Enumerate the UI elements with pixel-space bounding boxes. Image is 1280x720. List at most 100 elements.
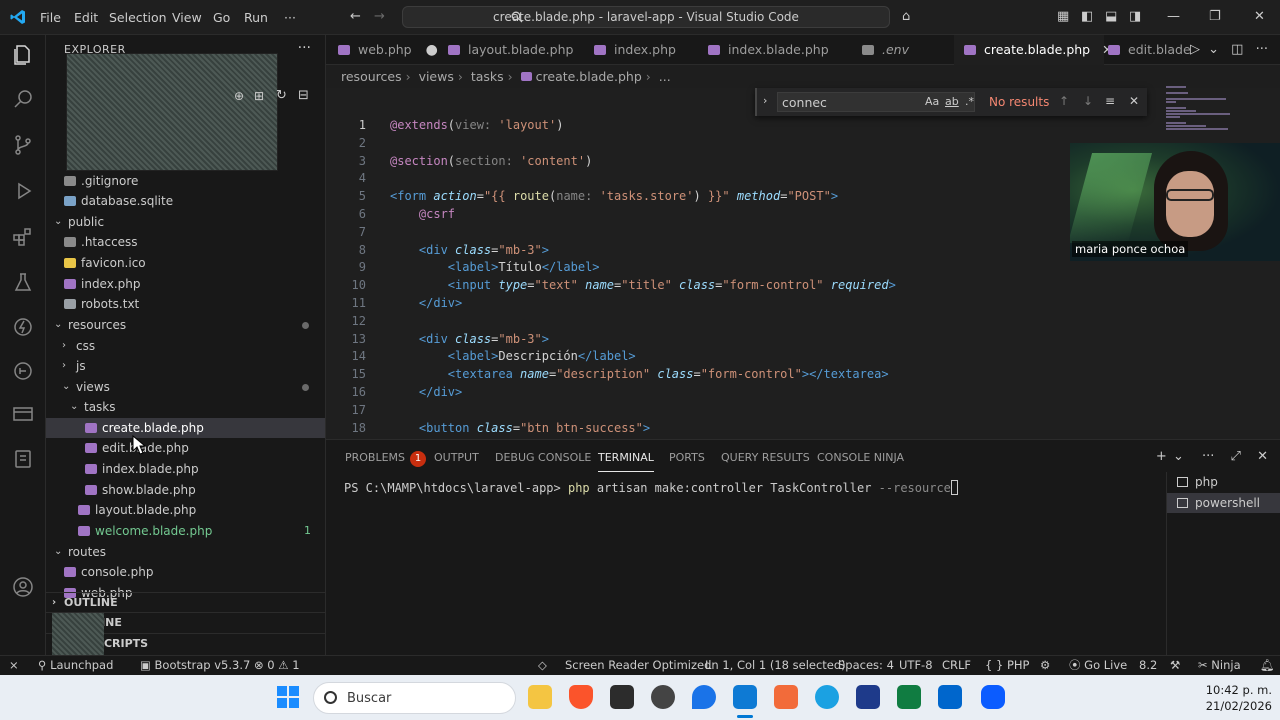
panel-tab-ports[interactable]: PORTS (669, 451, 705, 464)
maps-pin-icon[interactable] (692, 685, 716, 709)
tree-file[interactable]: .htaccess (46, 232, 325, 252)
notes-app-icon[interactable] (938, 685, 962, 709)
code-line[interactable]: 4 (326, 170, 1166, 188)
menu-more[interactable]: ··· (284, 10, 296, 25)
match-case-toggle[interactable]: Aa (925, 95, 939, 108)
windows-start-icon[interactable] (277, 686, 299, 708)
git-graph-icon[interactable] (11, 359, 35, 383)
testing-flask-icon[interactable] (11, 271, 35, 295)
tree-file[interactable]: index.blade.php (46, 459, 325, 479)
regex-toggle[interactable]: .* (965, 95, 974, 108)
taskbar-clock[interactable]: 10:42 p. m. 21/02/2026 (1206, 682, 1272, 714)
split-editor-icon[interactable]: ◫ (1231, 42, 1243, 57)
code-line[interactable]: 13 <div class="mb-3"> (326, 331, 1166, 349)
whole-word-toggle[interactable]: ab (945, 95, 959, 108)
toggle-secondary-sidebar-icon[interactable]: ◨ (1129, 9, 1141, 24)
explorer-icon[interactable] (11, 43, 35, 67)
brave-browser-icon[interactable] (569, 685, 593, 709)
bootstrap-item[interactable]: ▣ Bootstrap v5.3.7 (140, 656, 250, 675)
code-line[interactable]: 9 <label>Título</label> (326, 259, 1166, 277)
code-line[interactable]: 16 </div> (326, 384, 1166, 402)
cursor-position[interactable]: Ln 1, Col 1 (18 selected) (705, 656, 846, 675)
remote-explorer-icon[interactable] (11, 403, 35, 427)
screen-reader-status[interactable]: Screen Reader Optimized (565, 656, 711, 675)
database-icon[interactable] (11, 447, 35, 471)
back-arrow-icon[interactable]: ← (350, 9, 361, 24)
breadcrumb-item[interactable]: ... (659, 69, 671, 84)
layout-customize-icon[interactable]: ▦ (1057, 9, 1069, 24)
chevron-down-icon[interactable]: ⌄ (1208, 42, 1219, 57)
code-line[interactable]: 17 (326, 402, 1166, 420)
tab-edit-blade[interactable]: edit.blade (1098, 35, 1191, 65)
code-line[interactable]: 11 </div> (326, 295, 1166, 313)
tab-layout-blade[interactable]: layout.blade.php (438, 35, 573, 65)
maximize-panel-icon[interactable]: ⤢ (1231, 449, 1241, 464)
tab-index-php[interactable]: index.php (584, 35, 676, 65)
terminal-app-icon[interactable] (610, 685, 634, 709)
github-icon[interactable] (651, 685, 675, 709)
next-match-icon[interactable]: ↓ (1083, 94, 1093, 108)
tree-file[interactable]: layout.blade.php (46, 500, 325, 520)
section-outline[interactable]: › OUTLINE (46, 592, 325, 612)
find-in-selection-icon[interactable]: ≡ (1105, 94, 1115, 108)
panel-tab-terminal[interactable]: TERMINAL (598, 451, 654, 472)
tree-folder[interactable]: ⌄ tasks (46, 397, 325, 417)
toggle-sidebar-icon[interactable]: ◧ (1081, 9, 1093, 24)
console-ninja-icon[interactable] (11, 315, 35, 339)
tree-folder[interactable]: ⌄ public (46, 212, 325, 232)
code-line[interactable]: 6 @csrf (326, 206, 1166, 224)
breadcrumb-item[interactable]: views (419, 69, 454, 84)
tree-folder[interactable]: ⌄ resources (46, 315, 325, 335)
forward-arrow-icon[interactable]: → (374, 9, 385, 24)
code-line[interactable]: 14 <label>Descripción</label> (326, 348, 1166, 366)
tree-file[interactable]: index.php (46, 274, 325, 294)
terminal-item-php[interactable]: php (1167, 472, 1280, 492)
source-control-icon[interactable] (11, 133, 35, 157)
previous-match-icon[interactable]: ↑ (1059, 94, 1069, 108)
panel-tab-console-ninja[interactable]: CONSOLE NINJA (817, 451, 904, 464)
panel-tab-query-results[interactable]: QUERY RESULTS (721, 451, 810, 464)
code-line[interactable]: 2 (326, 135, 1166, 153)
chrome-dev-icon[interactable] (815, 685, 839, 709)
tab-index-blade[interactable]: index.blade.php (698, 35, 829, 65)
copilot-icon[interactable]: ⌂ (902, 9, 910, 24)
taskbar-search[interactable]: Buscar (313, 682, 516, 714)
extensions-icon[interactable] (11, 225, 35, 249)
chevron-down-icon[interactable]: ⌄ (1173, 449, 1184, 464)
menu-view[interactable]: View (172, 10, 202, 25)
launchpad-item[interactable]: ⚲ Launchpad (38, 656, 113, 675)
php-version[interactable]: 8.2 (1139, 656, 1157, 675)
end-of-line[interactable]: CRLF (942, 656, 971, 675)
zoom-icon[interactable] (981, 685, 1005, 709)
command-center[interactable]: create.blade.php - laravel-app - Visual … (402, 6, 890, 28)
code-line[interactable]: 12 (326, 313, 1166, 331)
search-view-icon[interactable] (11, 87, 35, 111)
tab-web-php[interactable]: web.php ● (328, 35, 438, 65)
code-line[interactable]: 15 <textarea name="description" class="f… (326, 366, 1166, 384)
tree-file[interactable]: robots.txt (46, 294, 325, 314)
menu-go[interactable]: Go (213, 10, 230, 25)
vscode-app-icon[interactable] (733, 685, 757, 709)
wrench-icon[interactable]: ⚒ (1170, 656, 1180, 675)
language-mode[interactable]: { } PHP (985, 656, 1029, 675)
menu-selection[interactable]: Selection (109, 10, 167, 25)
close-find-icon[interactable]: ✕ (1129, 94, 1139, 108)
refresh-icon[interactable]: ↻ (276, 88, 287, 103)
code-line[interactable]: 8 <div class="mb-3"> (326, 242, 1166, 260)
run-debug-icon[interactable] (11, 179, 35, 203)
visual-studio-icon[interactable] (856, 685, 880, 709)
encoding[interactable]: UTF-8 (899, 656, 933, 675)
tree-file[interactable]: favicon.ico (46, 253, 325, 273)
minimize-icon[interactable]: — (1167, 9, 1180, 24)
code-line[interactable]: 5 <form action="{{ route(name: 'tasks.sto… (326, 188, 1166, 206)
toggle-replace-icon[interactable]: › (763, 94, 767, 107)
tree-folder[interactable]: ⌄ routes (46, 542, 325, 562)
panel-tab-debug-console[interactable]: DEBUG CONSOLE (495, 451, 591, 464)
panel-tab-problems[interactable]: PROBLEMS 1 (345, 451, 427, 467)
collapse-all-icon[interactable]: ⊟ (298, 88, 309, 103)
code-line[interactable]: 7 (326, 224, 1166, 242)
breadcrumb-item[interactable]: resources (341, 69, 402, 84)
tree-file[interactable]: create.blade.php (46, 418, 325, 438)
tree-folder[interactable]: › js (46, 356, 325, 376)
remote-icon[interactable]: ⨯ (9, 656, 19, 675)
